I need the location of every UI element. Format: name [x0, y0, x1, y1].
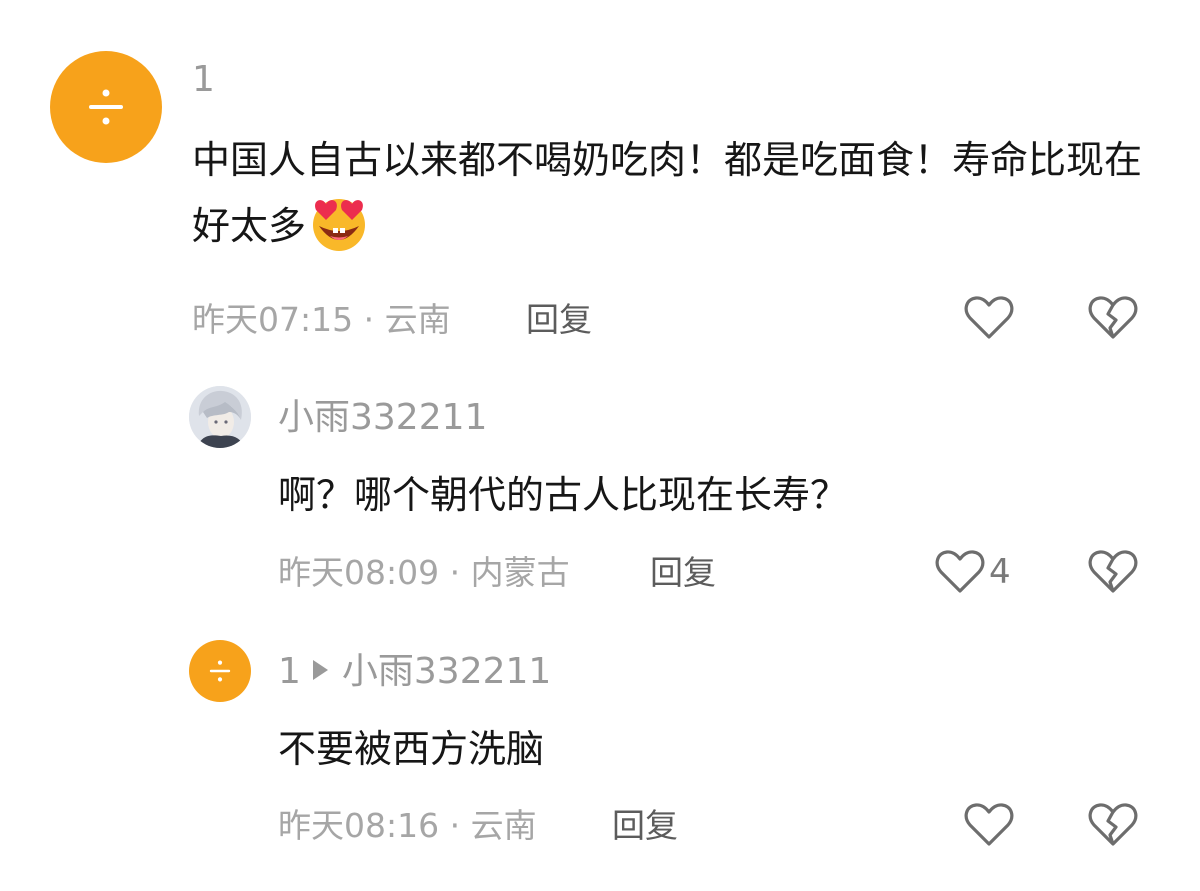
comment-username[interactable]: 1 — [278, 651, 301, 692]
comment-username[interactable]: 1 — [192, 60, 215, 100]
divide-icon — [89, 89, 123, 125]
like-button[interactable]: 4 — [935, 549, 1011, 595]
comment-text: 不要被西方洗脑 — [278, 727, 545, 771]
heart-eyes-emoji — [313, 198, 366, 251]
broken-heart-icon — [1088, 803, 1138, 846]
comment-time: 昨天07:15 — [192, 300, 354, 339]
broken-heart-icon — [1088, 550, 1138, 593]
avatar[interactable] — [50, 51, 162, 163]
meta-separator: · — [449, 553, 461, 592]
comment-username-line: 1 小雨332211 — [278, 652, 551, 692]
reply-button[interactable]: 回复 — [612, 806, 678, 846]
comment-time: 昨天08:09 — [278, 553, 440, 592]
dislike-button[interactable] — [1088, 802, 1138, 848]
divide-icon — [209, 660, 231, 682]
like-button[interactable] — [964, 295, 1014, 341]
comment-location: 云南 — [384, 300, 451, 339]
comment-text: 中国人自古以来都不喝奶吃肉！都是吃面食！寿命比现在好太多 — [192, 127, 1142, 260]
triangle-right-icon — [312, 660, 328, 680]
reply-button[interactable]: 回复 — [526, 300, 592, 340]
heart-outline-icon — [964, 296, 1014, 339]
dislike-button[interactable] — [1088, 295, 1138, 341]
meta-separator: · — [363, 300, 375, 339]
heart-outline-icon — [964, 803, 1014, 846]
comment-time: 昨天08:16 — [278, 806, 440, 845]
avatar[interactable] — [189, 386, 251, 448]
comment-meta: 昨天08:16 · 云南 — [278, 806, 537, 846]
comment-username[interactable]: 小雨332211 — [278, 398, 487, 438]
broken-heart-icon — [1088, 296, 1138, 339]
comment-text: 啊？哪个朝代的古人比现在长寿？ — [278, 473, 849, 517]
like-count: 4 — [989, 552, 1011, 592]
avatar[interactable] — [189, 640, 251, 702]
dislike-button[interactable] — [1088, 549, 1138, 595]
comment-location: 内蒙古 — [470, 553, 570, 592]
like-button[interactable] — [964, 802, 1014, 848]
reply-to-username[interactable]: 小雨332211 — [342, 651, 551, 692]
comment-meta: 昨天07:15 · 云南 — [192, 300, 451, 340]
comment-meta: 昨天08:09 · 内蒙古 — [278, 553, 570, 593]
user-avatar-image — [189, 386, 251, 448]
reply-button[interactable]: 回复 — [650, 553, 716, 593]
comment-location: 云南 — [470, 806, 537, 845]
heart-outline-icon — [935, 550, 985, 593]
meta-separator: · — [449, 806, 461, 845]
